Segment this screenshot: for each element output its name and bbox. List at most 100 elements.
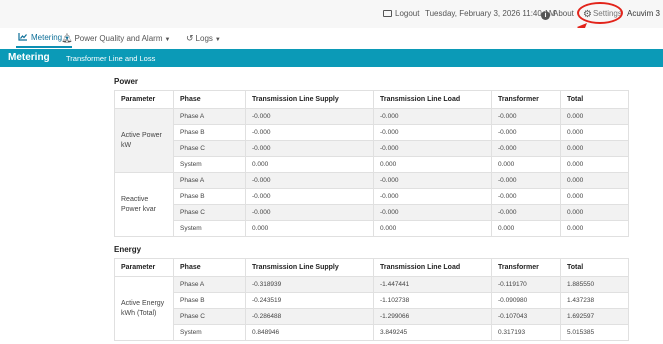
column-header: Transmission Line Load (373, 90, 492, 109)
table-cell: Phase B (173, 124, 246, 141)
table-cell: Phase C (173, 308, 246, 325)
table-cell: 1.437238 (560, 292, 629, 309)
table-row: Phase B -0.243519 -1.102738 -0.090980 1.… (115, 292, 629, 309)
table-header-row: Parameter Phase Transmission Line Supply… (114, 90, 629, 109)
table-cell: -0.107043 (491, 308, 561, 325)
table-row: Reactive Power kvar Phase A -0.000 -0.00… (114, 172, 629, 237)
nav-power-quality[interactable]: 🔔︎ Power Quality and Alarm ▼ (61, 28, 170, 48)
table-row: System 0.000 0.000 0.000 0.000 (115, 220, 629, 237)
table-cell: 0.000 (560, 220, 629, 237)
about-label: About (553, 9, 574, 18)
table-cell: -0.000 (245, 172, 374, 189)
annotation-highlight-oval (577, 2, 623, 24)
table-row: Phase B -0.000 -0.000 -0.000 0.000 (115, 188, 629, 205)
table-cell: 0.848946 (245, 324, 374, 341)
table-cell: Phase B (173, 292, 246, 309)
column-header: Transmission Line Supply (245, 258, 374, 277)
table-cell: -0.000 (373, 108, 492, 125)
bell-icon: 🔔︎ (61, 33, 73, 43)
table-cell: 0.000 (245, 220, 374, 237)
table-cell: -0.000 (373, 140, 492, 157)
table-cell: -0.000 (373, 188, 492, 205)
table-cell: 0.000 (560, 124, 629, 141)
nav-power-quality-label: Power Quality and Alarm (74, 34, 163, 43)
table-cell: 0.000 (560, 172, 629, 189)
table-header-row: Parameter Phase Transmission Line Supply… (114, 258, 629, 277)
table-cell: -0.000 (373, 172, 492, 189)
column-header: Total (560, 258, 629, 277)
table-cell: -0.000 (491, 172, 561, 189)
table-cell: Phase C (173, 140, 246, 157)
table-cell: -1.447441 (373, 276, 492, 293)
nav-metering-label: Metering (31, 33, 63, 42)
table-cell: Phase A (173, 108, 246, 125)
table-cell: -0.000 (491, 204, 561, 221)
table-cell: System (173, 220, 246, 237)
device-brand: Acuvim 3 (627, 9, 660, 18)
table-cell: -0.000 (491, 124, 561, 141)
table-row: Phase B -0.000 -0.000 -0.000 0.000 (115, 124, 629, 141)
table-cell: -0.119170 (491, 276, 561, 293)
table-cell: -1.299066 (373, 308, 492, 325)
section-banner: Metering Transformer Line and Loss (0, 49, 663, 67)
datetime-display: Tuesday, February 3, 2026 11:40 AM (425, 9, 556, 18)
table-cell: 3.849245 (373, 324, 492, 341)
table-cell: Phase B (173, 188, 246, 205)
logout-icon (383, 10, 392, 17)
column-header: Transformer (491, 258, 561, 277)
column-header: Transmission Line Load (373, 258, 492, 277)
chevron-down-icon: ▼ (214, 37, 221, 43)
column-header: Transmission Line Supply (245, 90, 374, 109)
table-cell: -0.000 (491, 108, 561, 125)
main-nav: Metering ▼ 🔔︎ Power Quality and Alarm ▼ ↺ Lo… (0, 28, 663, 48)
table-cell: -0.000 (245, 188, 374, 205)
table-cell: -0.318939 (245, 276, 374, 293)
table-cell: 1.692597 (560, 308, 629, 325)
table-row: System 0.848946 3.849245 0.317193 5.0153… (115, 324, 629, 341)
main-content: Power Parameter Phase Transmission Line … (114, 76, 629, 341)
table-cell: System (173, 324, 246, 341)
table-cell: 0.317193 (491, 324, 561, 341)
energy-section-title: Energy (114, 245, 142, 254)
table-cell: -0.243519 (245, 292, 374, 309)
table-cell: -0.000 (491, 188, 561, 205)
chart-icon (18, 33, 27, 41)
table-cell: -0.286488 (245, 308, 374, 325)
page-subtitle: Transformer Line and Loss (66, 54, 156, 63)
parameter-label: Active Energy kWh (Total) (114, 276, 174, 341)
table-cell: -0.000 (245, 108, 374, 125)
table-cell: -0.000 (491, 140, 561, 157)
table-cell: 0.000 (560, 156, 629, 173)
table-cell: 0.000 (560, 204, 629, 221)
table-cell: 5.015385 (560, 324, 629, 341)
table-row: Active Power kW Phase A -0.000 -0.000 -0… (114, 108, 629, 173)
column-header: Parameter (114, 258, 174, 277)
table-cell: 0.000 (491, 220, 561, 237)
about-link[interactable]: i About (541, 9, 574, 20)
table-cell: 0.000 (245, 156, 374, 173)
table-cell: -0.090980 (491, 292, 561, 309)
table-cell: 1.885550 (560, 276, 629, 293)
table-cell: -0.000 (373, 124, 492, 141)
table-cell: 0.000 (373, 220, 492, 237)
table-cell: -1.102738 (373, 292, 492, 309)
table-cell: 0.000 (491, 156, 561, 173)
parameter-label: Active Power kW (114, 108, 174, 173)
table-row: System 0.000 0.000 0.000 0.000 (115, 156, 629, 173)
table-cell: -0.000 (245, 124, 374, 141)
table-cell: System (173, 156, 246, 173)
history-icon: ↺ (186, 33, 194, 43)
column-header: Transformer (491, 90, 561, 109)
logout-label: Logout (395, 9, 420, 18)
table-cell: 0.000 (560, 108, 629, 125)
nav-logs-label: Logs (195, 34, 213, 43)
column-header: Phase (173, 258, 246, 277)
column-header: Parameter (114, 90, 174, 109)
column-header: Total (560, 90, 629, 109)
page-title: Metering (8, 52, 50, 63)
energy-table: Parameter Phase Transmission Line Supply… (114, 258, 629, 341)
table-row: Active Energy kWh (Total) Phase A -0.318… (114, 276, 629, 341)
logout-link[interactable]: Logout (383, 9, 419, 18)
table-cell: Phase A (173, 276, 246, 293)
nav-logs[interactable]: ↺ Logs ▼ (186, 28, 221, 48)
